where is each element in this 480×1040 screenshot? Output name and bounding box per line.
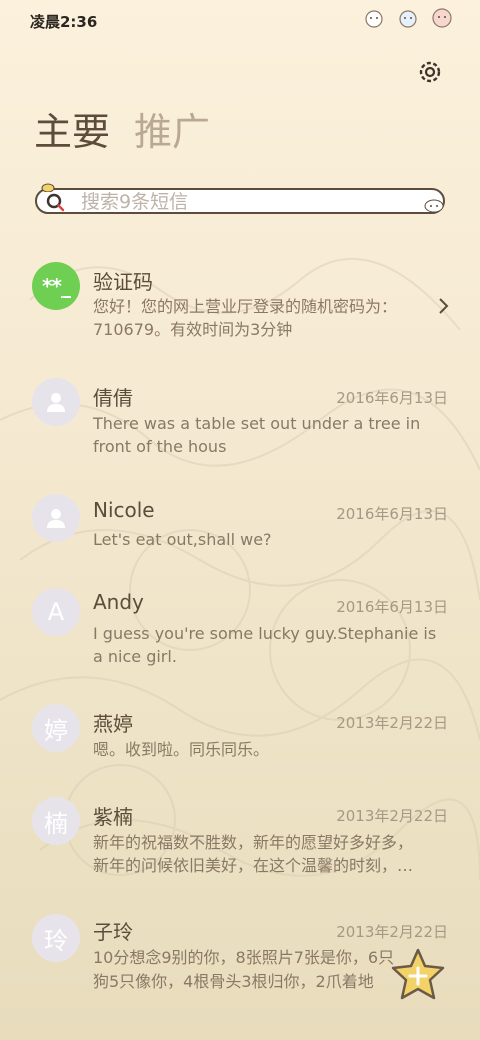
sender-name: Andy <box>93 590 144 614</box>
message-date: 2013年2月22日 <box>336 807 448 825</box>
list-item[interactable]: 倩倩 2016年6月13日 There was a table set out … <box>0 378 480 468</box>
sender-name: 倩倩 <box>93 386 133 410</box>
list-item[interactable]: **_ 验证码 您好！您的网上营业厅登录的随机密码为：710679。有效时间为3… <box>0 262 480 352</box>
avatar: A <box>32 588 80 636</box>
sticker-icon <box>424 199 444 213</box>
message-date: 2013年2月22日 <box>336 923 448 941</box>
list-item[interactable]: Nicole 2016年6月13日 Let's eat out,shall we… <box>0 494 480 564</box>
message-date: 2016年6月13日 <box>336 505 448 523</box>
sticker-icon <box>432 8 452 28</box>
tab-promotions[interactable]: 推广 <box>134 110 210 154</box>
sender-name: 紫楠 <box>93 805 133 829</box>
sticker-icon <box>399 10 417 28</box>
message-date: 2016年6月13日 <box>336 598 448 616</box>
person-icon <box>47 509 65 528</box>
chevron-right-icon <box>439 298 449 314</box>
sticker-icon <box>41 183 55 192</box>
person-icon <box>47 393 65 412</box>
list-item[interactable]: 楠 紫楠 2013年2月22日 新年的祝福数不胜数，新年的愿望好多好多， 新年的… <box>0 797 480 887</box>
message-preview: 新年的问候依旧美好，在这个温馨的时刻，… <box>93 856 414 875</box>
add-icon[interactable] <box>388 946 448 1006</box>
avatar <box>32 378 80 426</box>
message-preview: Let's eat out,shall we? <box>93 530 272 549</box>
status-bar: 凌晨2:36 <box>0 0 480 40</box>
message-preview: 您好！您的网上营业厅登录的随机密码为：710679。有效时间为3分钟 <box>93 297 398 339</box>
message-date: 2016年6月13日 <box>336 389 448 407</box>
search-bar[interactable]: 搜索9条短信 <box>35 183 445 214</box>
message-preview: 嗯。收到啦。同乐同乐。 <box>93 740 270 759</box>
search-input[interactable]: 搜索9条短信 <box>81 191 188 213</box>
status-time: 凌晨2:36 <box>30 13 98 31</box>
message-preview: I guess you're some lucky guy.Stephanie … <box>93 624 437 666</box>
sender-name: 子玲 <box>93 920 133 944</box>
tab-primary[interactable]: 主要 <box>34 110 110 154</box>
avatar: 婷 <box>32 704 80 752</box>
avatar: 楠 <box>32 797 80 845</box>
list-item[interactable]: A Andy 2016年6月13日 I guess you're some lu… <box>0 588 480 678</box>
message-preview: There was a table set out under a tree i… <box>93 414 421 456</box>
message-preview: 新年的祝福数不胜数，新年的愿望好多好多， <box>93 833 414 852</box>
avatar: 玲 <box>32 914 80 962</box>
avatar: **_ <box>32 262 80 310</box>
search-icon <box>46 193 65 212</box>
sender-name: 燕婷 <box>93 712 133 736</box>
sticker-icon <box>365 10 383 28</box>
tab-bar: 主要 推广 <box>34 110 210 154</box>
message-date: 2013年2月22日 <box>336 714 448 732</box>
status-icons <box>362 6 454 30</box>
avatar <box>32 494 80 542</box>
list-item[interactable]: 婷 燕婷 2013年2月22日 嗯。收到啦。同乐同乐。 <box>0 704 480 774</box>
sender-name: 验证码 <box>93 270 153 294</box>
settings-icon[interactable] <box>416 58 444 86</box>
sender-name: Nicole <box>93 498 155 522</box>
